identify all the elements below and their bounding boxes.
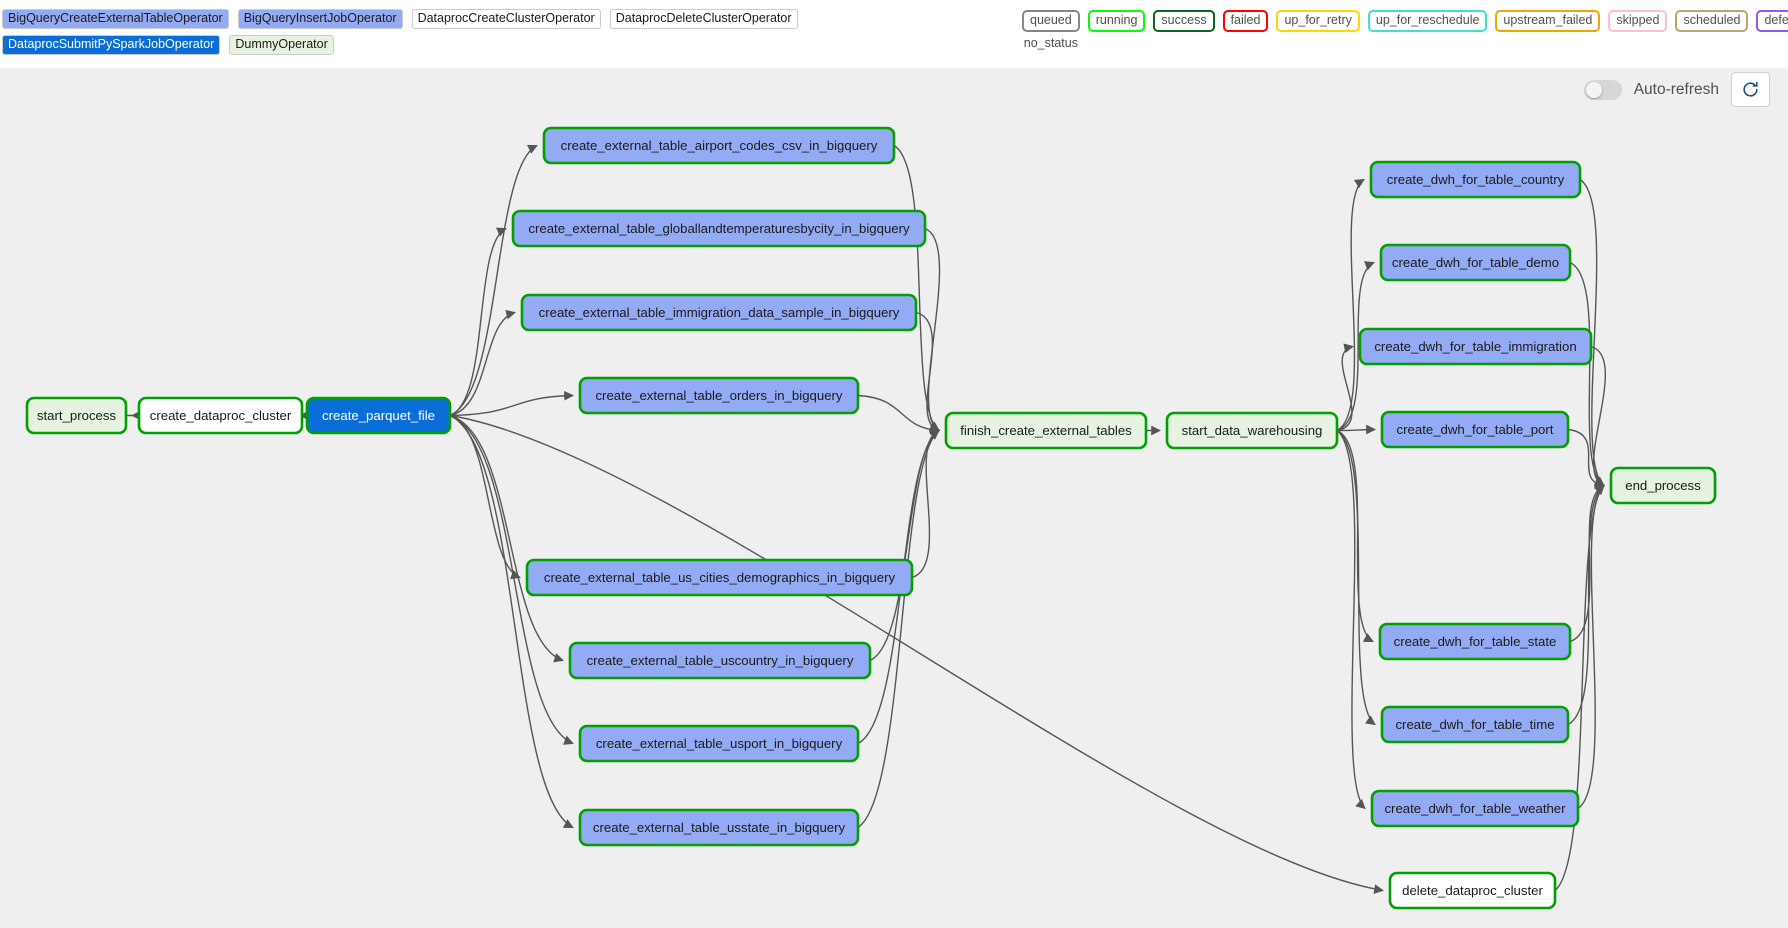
status-legend-item[interactable]: failed (1222, 10, 1269, 32)
dag-task-node[interactable]: create_external_table_immigration_data_s… (520, 293, 918, 332)
refresh-button[interactable] (1731, 72, 1770, 107)
dag-task-node[interactable]: create_dataproc_cluster (137, 396, 304, 435)
dag-edge (1336, 178, 1365, 432)
dag-task-node[interactable]: create_external_table_uscountry_in_bigqu… (568, 641, 872, 680)
status-badge[interactable]: deferred (1756, 10, 1788, 32)
dag-task-node[interactable]: start_process (25, 396, 128, 435)
dag-task-node-box[interactable] (520, 293, 918, 332)
auto-refresh-label: Auto-refresh (1633, 80, 1719, 98)
dag-task-node[interactable]: delete_dataproc_cluster (1388, 871, 1557, 910)
dag-task-node[interactable]: end_process (1609, 466, 1717, 505)
dag-task-node[interactable]: create_external_table_usport_in_bigquery (578, 724, 860, 763)
operator-legend: BigQueryCreateExternalTableOperator BigQu… (2, 9, 982, 55)
dag-task-node-box[interactable] (137, 396, 304, 435)
dag-task-node-box[interactable] (1370, 789, 1580, 828)
status-legend: queued no_status running success failed up_fo… (1022, 10, 1788, 50)
dag-task-node[interactable]: create_parquet_file (305, 396, 452, 435)
dag-task-node[interactable]: create_external_table_us_cities_demograp… (525, 558, 914, 597)
dag-task-node-box[interactable] (511, 209, 927, 248)
dag-task-node[interactable]: create_dwh_for_table_port (1380, 410, 1570, 449)
status-badge[interactable]: upstream_failed (1495, 10, 1601, 32)
status-badge[interactable]: up_for_reschedule (1367, 10, 1488, 32)
auto-refresh-toggle[interactable] (1583, 79, 1622, 100)
dag-edge (1554, 484, 1605, 892)
auto-refresh-knob (1585, 81, 1602, 98)
dag-edge (449, 309, 516, 417)
dag-task-node-box[interactable] (578, 724, 860, 763)
operator-legend-pill[interactable]: DataprocDeleteClusterOperator (609, 9, 798, 29)
status-legend-item[interactable]: scheduled (1675, 10, 1749, 32)
dag-edge (1569, 261, 1605, 487)
dag-task-node[interactable]: create_external_table_orders_in_bigquery (578, 376, 860, 415)
dag-task-node[interactable]: create_dwh_for_table_weather (1370, 789, 1580, 828)
dag-task-node-box[interactable] (568, 641, 872, 680)
nodes-layer: start_process create_dataproc_cluster crea… (25, 126, 1717, 910)
dag-task-node[interactable]: create_dwh_for_table_immigration (1358, 327, 1593, 366)
status-legend-item[interactable]: running (1087, 10, 1146, 32)
dag-task-node-box[interactable] (1369, 160, 1582, 199)
status-badge[interactable]: failed (1222, 10, 1269, 32)
status-legend-item[interactable]: deferred (1756, 10, 1788, 32)
status-legend-item[interactable]: skipped (1608, 10, 1668, 32)
dag-task-node-box[interactable] (1378, 622, 1572, 661)
legend-bar: BigQueryCreateExternalTableOperator BigQu… (0, 0, 1788, 68)
status-badge[interactable]: up_for_retry (1276, 10, 1360, 32)
status-badge[interactable]: scheduled (1675, 10, 1749, 32)
dag-task-node[interactable]: finish_create_external_tables (944, 411, 1148, 450)
status-sublabel: no_status (1023, 36, 1078, 50)
status-legend-item[interactable]: up_for_reschedule (1367, 10, 1488, 32)
dag-edge (893, 144, 940, 432)
operator-legend-pill[interactable]: DataprocCreateClusterOperator (411, 9, 601, 29)
dag-graph-svg: start_process create_dataproc_cluster crea… (25, 126, 1717, 910)
dag-graph-canvas[interactable]: start_process create_dataproc_cluster crea… (0, 68, 1788, 928)
graph-controls: Auto-refresh (1583, 72, 1770, 107)
dag-edge (449, 414, 574, 829)
dag-task-node-box[interactable] (542, 126, 896, 165)
operator-legend-pill[interactable]: DataprocSubmitPySparkJobOperator (2, 35, 221, 55)
dag-task-node[interactable]: create_dwh_for_table_time (1380, 705, 1570, 744)
dag-edge (915, 311, 940, 433)
dag-edge (1336, 424, 1376, 435)
status-badge[interactable]: success (1153, 10, 1215, 32)
dag-task-node-box[interactable] (1380, 410, 1570, 449)
refresh-icon (1743, 81, 1758, 97)
dag-task-node-box[interactable] (578, 376, 860, 415)
dag-edge (449, 390, 574, 417)
dag-task-node-box[interactable] (578, 808, 860, 847)
status-badge[interactable]: skipped (1608, 10, 1668, 32)
dag-task-node-box[interactable] (305, 396, 452, 435)
dag-task-node[interactable]: create_dwh_for_table_state (1378, 622, 1572, 661)
status-legend-item[interactable]: upstream_failed (1495, 10, 1601, 32)
dag-task-node-box[interactable] (944, 411, 1148, 450)
dag-edge (449, 144, 538, 417)
dag-task-node-box[interactable] (1388, 871, 1557, 910)
dag-edge (449, 227, 507, 417)
dag-task-node-box[interactable] (25, 396, 128, 435)
status-legend-item[interactable]: success (1153, 10, 1215, 32)
dag-task-node-box[interactable] (1609, 466, 1717, 505)
status-badge[interactable]: running (1087, 10, 1146, 32)
dag-task-node[interactable]: create_dwh_for_table_country (1369, 160, 1582, 199)
operator-legend-pill[interactable]: DummyOperator (229, 35, 334, 55)
dag-task-node-box[interactable] (1358, 327, 1593, 366)
dag-task-node[interactable]: create_external_table_airport_codes_csv_… (542, 126, 896, 165)
dag-edge (1336, 343, 1354, 432)
dag-task-node[interactable]: create_external_table_globallandtemperat… (511, 209, 927, 248)
dag-task-node-box[interactable] (1380, 705, 1570, 744)
status-legend-item[interactable]: queued no_status (1022, 10, 1080, 50)
dag-task-node[interactable]: create_dwh_for_table_demo (1379, 243, 1572, 282)
status-badge[interactable]: queued (1022, 10, 1080, 32)
operator-legend-pill[interactable]: BigQueryCreateExternalTableOperator (2, 9, 229, 29)
dag-task-node-box[interactable] (1379, 243, 1572, 282)
dag-task-node-box[interactable] (1165, 411, 1339, 450)
dag-edge (1567, 484, 1605, 726)
status-legend-item[interactable]: up_for_retry (1276, 10, 1360, 32)
dag-task-node-box[interactable] (525, 558, 914, 597)
dag-task-node[interactable]: start_data_warehousing (1165, 411, 1339, 450)
operator-legend-pill[interactable]: BigQueryInsertJobOperator (237, 9, 403, 29)
dag-task-node[interactable]: create_external_table_usstate_in_bigquer… (578, 808, 860, 847)
